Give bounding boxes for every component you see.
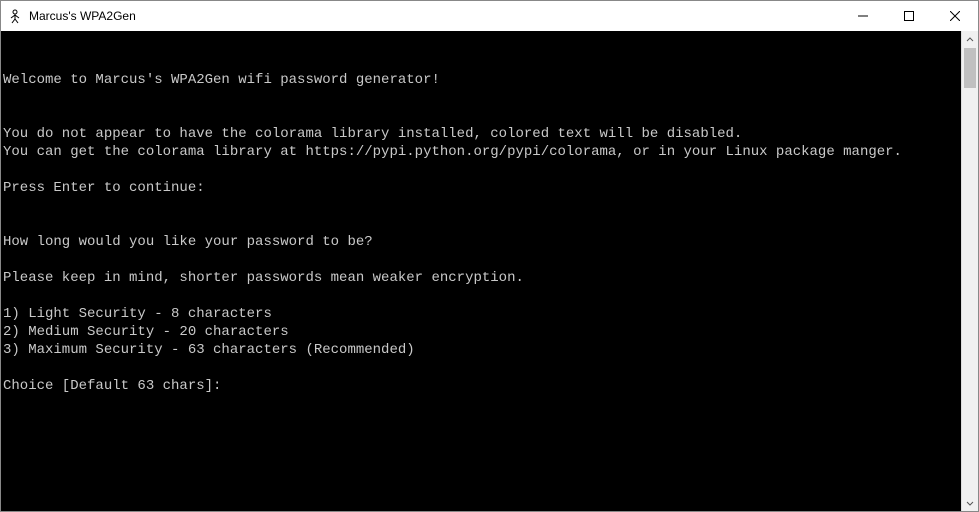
- terminal-line: [3, 251, 961, 269]
- app-window: Marcus's WPA2Gen Welcome to Marcus's WPA…: [0, 0, 979, 512]
- window-title: Marcus's WPA2Gen: [29, 9, 136, 23]
- terminal-line: [3, 35, 961, 53]
- window-controls: [840, 1, 978, 31]
- app-icon: [7, 8, 23, 24]
- terminal-line: 1) Light Security - 8 characters: [3, 305, 961, 323]
- client-area: Welcome to Marcus's WPA2Gen wifi passwor…: [1, 31, 978, 511]
- terminal-line: You do not appear to have the colorama l…: [3, 125, 961, 143]
- terminal-line: Welcome to Marcus's WPA2Gen wifi passwor…: [3, 71, 961, 89]
- terminal-line: Choice [Default 63 chars]:: [3, 377, 961, 395]
- scroll-down-button[interactable]: [962, 494, 978, 511]
- close-button[interactable]: [932, 1, 978, 31]
- minimize-button[interactable]: [840, 1, 886, 31]
- terminal-line: [3, 215, 961, 233]
- terminal-line: [3, 197, 961, 215]
- terminal-line: You can get the colorama library at http…: [3, 143, 961, 161]
- terminal-line: [3, 107, 961, 125]
- terminal-line: [3, 287, 961, 305]
- terminal-line: [3, 161, 961, 179]
- terminal-line: [3, 53, 961, 71]
- terminal-line: [3, 359, 961, 377]
- titlebar[interactable]: Marcus's WPA2Gen: [1, 1, 978, 31]
- terminal-line: 2) Medium Security - 20 characters: [3, 323, 961, 341]
- terminal-line: How long would you like your password to…: [3, 233, 961, 251]
- scroll-track[interactable]: [962, 48, 978, 494]
- maximize-button[interactable]: [886, 1, 932, 31]
- terminal-line: Please keep in mind, shorter passwords m…: [3, 269, 961, 287]
- terminal-line: 3) Maximum Security - 63 characters (Rec…: [3, 341, 961, 359]
- scroll-up-button[interactable]: [962, 31, 978, 48]
- terminal-line: Press Enter to continue:: [3, 179, 961, 197]
- terminal-output[interactable]: Welcome to Marcus's WPA2Gen wifi passwor…: [1, 31, 961, 511]
- terminal-line: [3, 89, 961, 107]
- scroll-thumb[interactable]: [964, 48, 976, 88]
- vertical-scrollbar[interactable]: [961, 31, 978, 511]
